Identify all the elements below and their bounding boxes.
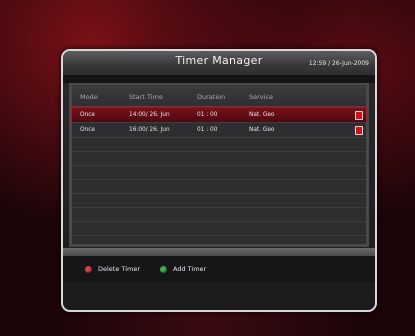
row-mode: Once — [80, 127, 95, 133]
row-service: Nat. Geo — [249, 112, 275, 118]
row-service: Nat. Geo — [249, 127, 275, 133]
empty-row — [72, 179, 366, 194]
red-button-icon — [85, 265, 92, 273]
empty-row — [72, 165, 366, 180]
add-timer-label: Add Timer — [173, 265, 207, 273]
column-header-service: Service — [249, 93, 274, 101]
timer-list-panel: Mode Start Time Duration Service Once 14… — [69, 83, 369, 247]
spacer — [63, 75, 375, 83]
row-start-time: 14:00/ 26. Jun — [129, 112, 170, 118]
table-row[interactable]: Once 16:00/ 26. Jun 01 : 00 Nat. Geo — [72, 122, 366, 137]
record-icon — [355, 111, 363, 120]
delete-timer-label: Delete Timer — [98, 265, 141, 273]
empty-row — [72, 151, 366, 166]
add-timer-hint[interactable]: Add Timer — [160, 265, 206, 273]
empty-row — [72, 137, 366, 152]
divider-bar — [63, 248, 375, 256]
timer-list: Mode Start Time Duration Service Once 14… — [71, 85, 367, 245]
delete-timer-hint[interactable]: Delete Timer — [85, 265, 140, 273]
table-row[interactable]: Once 14:00/ 26. Jun 01 : 00 Nat. Geo — [71, 106, 367, 123]
row-mode: Once — [80, 112, 95, 118]
table-header: Mode Start Time Duration Service — [72, 85, 366, 107]
row-duration: 01 : 00 — [197, 112, 218, 118]
row-start-time: 16:00/ 26. Jun — [129, 127, 170, 133]
column-header-mode: Mode — [80, 93, 98, 101]
row-duration: 01 : 00 — [197, 127, 218, 133]
green-button-icon — [160, 265, 167, 273]
column-header-duration: Duration — [197, 93, 226, 101]
empty-row — [72, 235, 366, 245]
clock-readout: 12:59 / 26-Jun-2009 — [308, 60, 369, 67]
empty-row — [72, 221, 366, 236]
record-icon — [355, 126, 363, 135]
timer-manager-window: Timer Manager 12:59 / 26-Jun-2009 Mode S… — [61, 49, 377, 312]
footer-legend: Delete Timer Add Timer — [63, 256, 375, 282]
column-header-start-time: Start Time — [129, 93, 163, 101]
empty-row — [72, 193, 366, 208]
empty-row — [72, 207, 366, 222]
title-bar: Timer Manager 12:59 / 26-Jun-2009 — [63, 51, 375, 75]
